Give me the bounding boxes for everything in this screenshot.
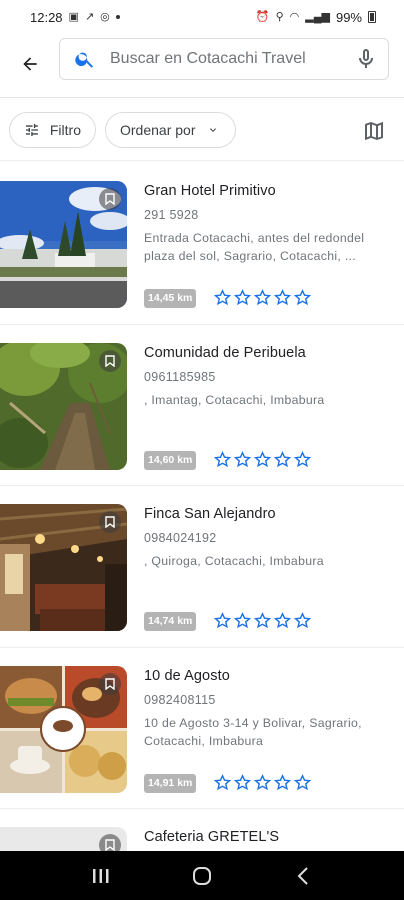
sliders-icon	[25, 124, 38, 136]
status-time: 12:28	[30, 9, 63, 25]
distance-badge: 14,45 km	[144, 289, 197, 308]
place-phone: 291 5928	[144, 208, 199, 222]
star-outline-icon	[214, 773, 231, 790]
star-outline-icon	[294, 612, 311, 629]
microphone-icon[interactable]	[354, 47, 378, 71]
star-outline-icon	[234, 450, 251, 467]
star-outline-icon	[214, 289, 231, 306]
star-outline-icon	[254, 612, 271, 629]
star-outline-icon	[214, 450, 231, 467]
rating-stars[interactable]	[214, 612, 311, 629]
filter-label: Filtro	[49, 122, 81, 138]
star-outline-icon	[234, 612, 251, 629]
arrow-left-icon	[23, 57, 37, 71]
gallery-icon: ▣	[68, 10, 79, 23]
place-photo	[0, 342, 127, 470]
location-pin-icon: ⚲	[275, 10, 284, 23]
chevron-left-icon	[297, 866, 309, 885]
star-outline-icon	[274, 773, 291, 790]
place-name: Gran Hotel Primitivo	[144, 183, 276, 199]
recent-apps-button[interactable]	[81, 856, 121, 896]
missed-call-icon: ↗	[84, 10, 95, 23]
signal-icon: ▂▄▆	[305, 10, 330, 23]
rating-stars[interactable]	[214, 450, 311, 468]
sort-label: Ordenar por	[120, 122, 196, 138]
star-outline-icon	[254, 773, 271, 790]
place-phone: 0961185985	[144, 369, 216, 384]
search-input[interactable]	[110, 50, 354, 68]
star-outline-icon	[274, 450, 291, 467]
chevron-down-icon	[210, 128, 217, 132]
place-phone: 0984024192	[144, 531, 217, 545]
location-target-icon: ◎	[100, 10, 110, 23]
wifi-icon: ◠	[289, 10, 300, 23]
star-outline-icon	[294, 289, 311, 306]
home-button[interactable]	[182, 856, 222, 896]
home-icon	[192, 866, 211, 885]
sort-dropdown[interactable]: Ordenar por	[105, 112, 236, 148]
star-outline-icon	[274, 289, 291, 306]
bookmark-icon[interactable]	[99, 511, 121, 533]
list-item[interactable]: 10 de Agosto 0982408115 10 de Agosto 3-1…	[0, 648, 404, 809]
bookmark-icon[interactable]	[99, 672, 121, 695]
filter-button[interactable]: Filtro	[9, 112, 96, 148]
alarm-icon: ⏰	[255, 10, 270, 23]
star-outline-icon	[254, 289, 271, 306]
place-address: , Imantag, Cotacachi, Imbabura	[144, 392, 325, 407]
place-photo	[0, 181, 127, 308]
place-address: 10 de Agosto 3-14 y Bolivar, Sagrario, C…	[144, 715, 362, 748]
status-bar: 12:28 ▣ ↗ ◎ ⏰ ⚲ ◠ ▂▄▆ 99%	[0, 0, 404, 34]
distance-badge: 14,91 km	[144, 773, 197, 793]
list-item[interactable]: Gran Hotel Primitivo 291 5928 Entrada Co…	[0, 163, 404, 325]
place-phone: 0982408115	[144, 692, 216, 707]
place-photo	[0, 504, 127, 631]
distance-badge: 14,60 km	[144, 450, 197, 470]
bookmark-icon[interactable]	[99, 188, 121, 210]
battery-percent: 99%	[335, 9, 362, 25]
star-outline-icon	[274, 612, 291, 629]
search-box[interactable]	[59, 38, 389, 80]
back-button[interactable]	[14, 48, 46, 80]
map-icon[interactable]	[362, 119, 386, 143]
system-nav-bar	[0, 851, 404, 900]
place-name: Comunidad de Peribuela	[144, 344, 306, 361]
back-nav-button[interactable]	[283, 856, 323, 896]
star-outline-icon	[214, 612, 231, 629]
filter-bar: Filtro Ordenar por	[0, 99, 404, 161]
battery-icon	[368, 11, 376, 23]
place-address: , Quiroga, Cotacachi, Imbabura	[144, 554, 324, 568]
place-name: Finca San Alejandro	[144, 506, 276, 522]
star-outline-icon	[254, 450, 271, 467]
bookmark-icon[interactable]	[99, 349, 121, 372]
place-photo	[0, 665, 127, 793]
star-outline-icon	[234, 773, 251, 790]
list-item[interactable]: Comunidad de Peribuela 0961185985 , Iman…	[0, 325, 404, 486]
star-outline-icon	[234, 289, 251, 306]
rating-stars[interactable]	[214, 289, 311, 306]
place-name: 10 de Agosto	[144, 667, 230, 684]
star-outline-icon	[294, 773, 311, 790]
notification-dot-icon	[115, 15, 120, 19]
search-icon	[75, 52, 94, 68]
rating-stars[interactable]	[214, 773, 311, 791]
distance-badge: 14,74 km	[144, 612, 197, 631]
place-name: Cafeteria GRETEL'S	[144, 829, 280, 845]
results-list: Gran Hotel Primitivo 291 5928 Entrada Co…	[0, 163, 404, 867]
place-address: Entrada Cotacachi, antes del redondel pl…	[144, 231, 365, 263]
recent-apps-icon	[92, 868, 109, 883]
list-item[interactable]: Finca San Alejandro 0984024192 , Quiroga…	[0, 486, 404, 648]
star-outline-icon	[294, 450, 311, 467]
search-header	[0, 34, 404, 98]
